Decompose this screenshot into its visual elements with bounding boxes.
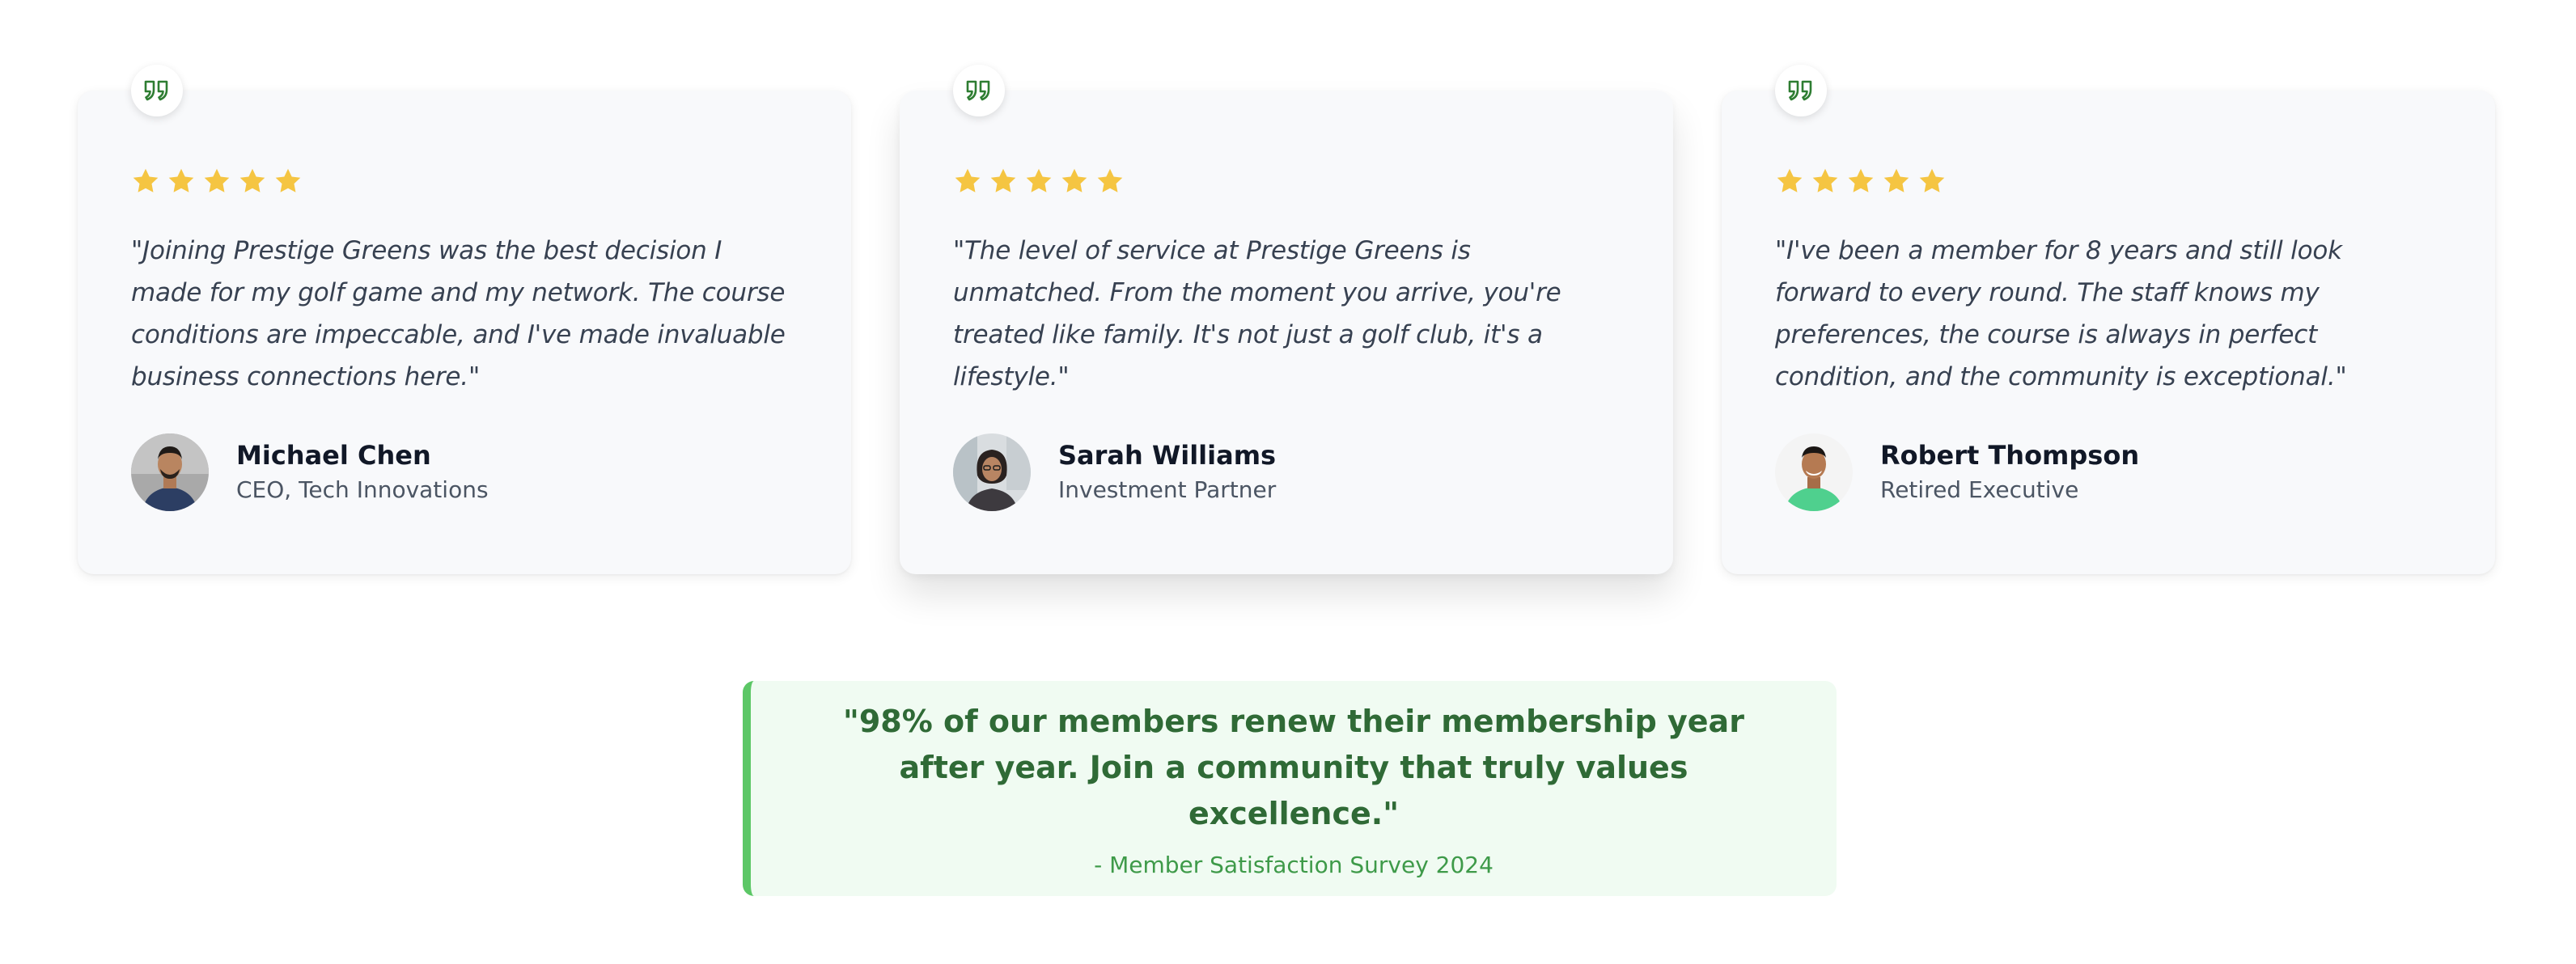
author-role: Investment Partner (1058, 476, 1277, 503)
star-rating (1775, 165, 2443, 197)
author-role: Retired Executive (1880, 476, 2079, 503)
star-icon (239, 168, 265, 192)
satisfaction-callout: "98% of our members renew their membersh… (743, 681, 1837, 896)
author-role: CEO, Tech Innovations (236, 476, 489, 503)
testimonial-quote: "I've been a member for 8 years and stil… (1775, 236, 2347, 391)
star-icon (133, 168, 159, 192)
star-icon (1026, 168, 1052, 192)
star-icon (1812, 168, 1838, 192)
star-icon (1848, 168, 1874, 192)
testimonial-author: Robert Thompson Retired Executive (1775, 433, 2443, 511)
star-icon (204, 168, 230, 192)
testimonial-card: "The level of service at Prestige Greens… (900, 65, 1673, 574)
testimonial-author: Sarah Williams Investment Partner (953, 433, 1621, 511)
star-icon (1061, 168, 1087, 192)
callout-source: - Member Satisfaction Survey 2024 (1094, 852, 1493, 878)
testimonial-card: "I've been a member for 8 years and stil… (1722, 65, 2495, 574)
star-icon (275, 168, 301, 192)
testimonial-cards: "Joining Prestige Greens was the best de… (78, 65, 2498, 574)
star-icon (990, 168, 1016, 192)
avatar (953, 433, 1031, 511)
star-icon (955, 168, 981, 192)
callout-quote: "98% of our members renew their membersh… (843, 704, 1744, 831)
author-name: Michael Chen (236, 440, 431, 471)
avatar (1775, 433, 1853, 511)
star-icon (1777, 168, 1803, 192)
testimonials-section: "Joining Prestige Greens was the best de… (0, 0, 2576, 964)
star-icon (1883, 168, 1909, 192)
quote-icon (1775, 65, 1827, 116)
testimonial-quote: "The level of service at Prestige Greens… (953, 236, 1561, 391)
testimonial-quote: "Joining Prestige Greens was the best de… (131, 236, 786, 391)
avatar (131, 433, 209, 511)
star-icon (1097, 168, 1123, 192)
author-name: Sarah Williams (1058, 440, 1277, 471)
quote-icon (131, 65, 183, 116)
star-rating (131, 165, 799, 197)
testimonial-author: Michael Chen CEO, Tech Innovations (131, 433, 799, 511)
star-icon (1919, 168, 1945, 192)
quote-icon (953, 65, 1005, 116)
author-name: Robert Thompson (1880, 440, 2140, 471)
star-icon (168, 168, 194, 192)
star-rating (953, 165, 1621, 197)
testimonial-card: "Joining Prestige Greens was the best de… (78, 65, 851, 574)
